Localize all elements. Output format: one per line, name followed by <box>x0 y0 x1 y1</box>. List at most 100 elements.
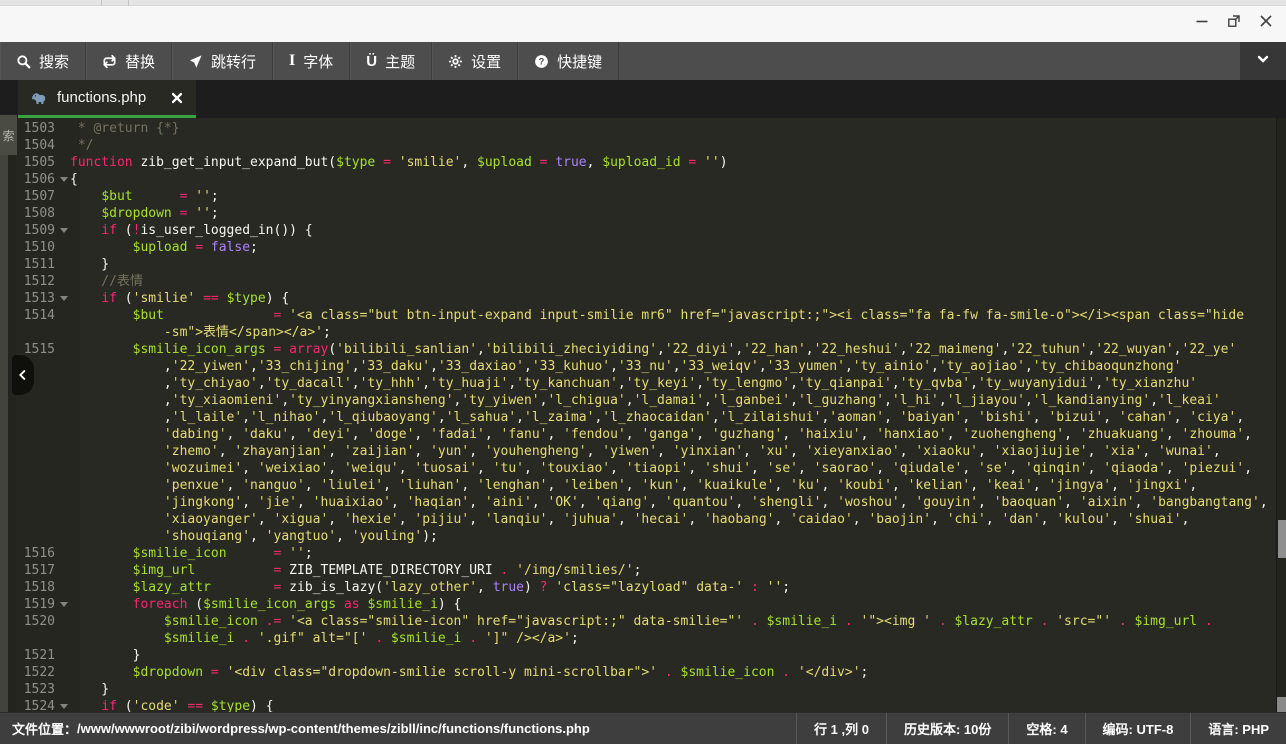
code-token <box>657 665 665 680</box>
code-token: , <box>900 495 916 510</box>
code-token: 'aixin' <box>1080 495 1135 510</box>
code-token: , <box>70 393 172 408</box>
code-line[interactable]: $img_url = ZIB_TEMPLATE_DIRECTORY_URI . … <box>70 562 1274 579</box>
code-line[interactable]: -sm">表情</span></a>'; <box>70 324 1274 341</box>
toolbar-button-replace[interactable]: 替换 <box>86 42 172 80</box>
code-line[interactable]: $but = '<a class="but btn-input-expand i… <box>70 307 1274 324</box>
code-line[interactable]: $smilie_icon .= '<a class="smilie-icon" … <box>70 613 1274 630</box>
fold-toggle[interactable] <box>58 698 70 712</box>
code-line[interactable]: 'wozuimei', 'weixiao', 'weiqu', 'tuosai'… <box>70 460 1274 477</box>
code-token: , <box>931 359 939 374</box>
code-line[interactable]: $lazy_attr = zib_is_lazy('lazy_other', t… <box>70 579 1274 596</box>
code-token: ; <box>211 189 219 204</box>
sidebar-collapsed-tab[interactable]: 索 <box>0 115 17 155</box>
code-line[interactable]: $but = ''; <box>70 188 1274 205</box>
svg-text:?: ? <box>539 56 545 66</box>
code-token: ; <box>782 580 790 595</box>
code-line[interactable]: $upload = false; <box>70 239 1274 256</box>
scrollbar-thumb[interactable] <box>1278 520 1286 558</box>
code-row: 'zhemo', 'zhayanjian', 'zaijian', 'yun',… <box>0 443 1274 460</box>
fold-gutter <box>58 409 70 426</box>
code-token: , <box>978 444 994 459</box>
fold-toggle[interactable] <box>58 171 70 188</box>
code-token: '"><img ' <box>861 614 931 629</box>
code-line[interactable]: } <box>70 256 1274 273</box>
code-token: 'l_ganbei' <box>712 393 790 408</box>
code-token: 'chi' <box>947 512 986 527</box>
toolbar-button-theme[interactable]: Ü主题 <box>350 42 432 80</box>
code-token: . <box>242 631 250 646</box>
code-row: 'wozuimei', 'weixiao', 'weiqu', 'tuosai'… <box>0 460 1274 477</box>
code-token: , <box>469 495 485 510</box>
fold-toggle[interactable] <box>58 290 70 307</box>
code-token: 'hexie' <box>344 512 399 527</box>
code-token: 'l_zilaishui' <box>720 410 822 425</box>
toolbar-button-search[interactable]: 搜索 <box>0 42 86 80</box>
code-line[interactable]: 'xiaoyanger', 'xigua', 'hexie', 'pijiu',… <box>70 511 1274 528</box>
code-line[interactable]: ,'22_yiwen','33_chijing','33_daku','33_d… <box>70 358 1274 375</box>
code-token: $but <box>133 308 164 323</box>
toolbar-button-font[interactable]: I字体 <box>273 42 350 80</box>
code-line[interactable]: ,'l_laile','l_nihao','l_qiubaoyang','l_s… <box>70 409 1274 426</box>
sidebar-expand-handle[interactable] <box>12 355 34 395</box>
code-token: 'haobang' <box>704 512 774 527</box>
toolbar-button-hotkeys[interactable]: ?快捷键 <box>518 42 619 80</box>
code-line[interactable]: function zib_get_input_expand_but($type … <box>70 154 1274 171</box>
search-icon <box>16 54 31 69</box>
toolbar-button-goto[interactable]: 跳转行 <box>172 42 273 80</box>
code-line[interactable]: 'dabing', 'daku', 'deyi', 'doge', 'fadai… <box>70 426 1274 443</box>
code-area[interactable]: 1503 * @return {*}1504 */1505function zi… <box>0 120 1274 712</box>
code-line[interactable]: */ <box>70 137 1274 154</box>
code-line[interactable]: ,'ty_xiaomieni','ty_yinyangxiansheng','t… <box>70 392 1274 409</box>
code-line[interactable]: if ('code' == $type) { <box>70 698 1274 712</box>
code-line[interactable]: ,'ty_chiyao','ty_dacall','ty_hhh','ty_hu… <box>70 375 1274 392</box>
code-line[interactable]: $smilie_icon = ''; <box>70 545 1274 562</box>
code-token <box>70 631 164 646</box>
code-editor[interactable]: 1503 * @return {*}1504 */1505function zi… <box>0 118 1286 712</box>
code-token: $lazy_attr <box>133 580 211 595</box>
code-line[interactable]: if (!is_user_logged_in()) { <box>70 222 1274 239</box>
code-token: , <box>352 376 360 391</box>
code-token: 'zhuakuang' <box>1080 427 1166 442</box>
code-line[interactable]: if ('smilie' == $type) { <box>70 290 1274 307</box>
code-token: , <box>438 410 446 425</box>
code-token: 'ciya' <box>1189 410 1236 425</box>
code-line[interactable]: { <box>70 171 1274 188</box>
code-token: , <box>947 427 963 442</box>
code-token: '33_kuhuo' <box>532 359 610 374</box>
code-line[interactable]: } <box>70 647 1274 664</box>
code-row: 1520 $smilie_icon .= '<a class="smilie-i… <box>0 613 1274 630</box>
code-line[interactable]: 'jingkong', 'jie', 'huaixiao', 'haqian',… <box>70 494 1274 511</box>
code-line[interactable]: 'shouqiang', 'yangtuo', 'youling'); <box>70 528 1274 545</box>
code-token: 'touxiao' <box>540 461 610 476</box>
tab-functions-php[interactable]: functions.php <box>18 80 196 118</box>
code-token: '' <box>767 580 783 595</box>
code-line[interactable]: * @return {*} <box>70 120 1274 137</box>
code-row: 'xiaoyanger', 'xigua', 'hexie', 'pijiu',… <box>0 511 1274 528</box>
code-line[interactable]: 'penxue', 'nanguo', 'liulei', 'liuhan', … <box>70 477 1274 494</box>
code-line[interactable]: foreach ($smilie_icon_args as $smilie_i)… <box>70 596 1274 613</box>
code-line[interactable]: $smilie_i . '.gif" alt="[' . $smilie_i .… <box>70 630 1274 647</box>
minimize-icon[interactable] <box>1194 13 1210 29</box>
code-line[interactable]: $dropdown = '<div class="dropdown-smilie… <box>70 664 1274 681</box>
code-token <box>70 580 133 595</box>
vertical-scrollbar[interactable] <box>1276 118 1286 712</box>
tab-close-icon[interactable] <box>170 91 184 105</box>
code-token: 'ty_qianpai' <box>798 376 892 391</box>
code-line[interactable]: //表情 <box>70 273 1274 290</box>
fold-toggle[interactable] <box>58 222 70 239</box>
code-token <box>383 631 391 646</box>
toolbar-overflow-button[interactable] <box>1240 42 1286 80</box>
code-line[interactable]: 'zhemo', 'zhayanjian', 'zaijian', 'yun',… <box>70 443 1274 460</box>
code-token: 'kun' <box>641 478 680 493</box>
code-line[interactable]: $smilie_icon_args = array('bilibili_sanl… <box>70 341 1274 358</box>
close-icon[interactable] <box>1258 13 1274 29</box>
fold-toggle[interactable] <box>58 596 70 613</box>
code-token: 'src="' <box>1056 614 1111 629</box>
code-line[interactable]: $dropdown = ''; <box>70 205 1274 222</box>
toolbar-button-label: 字体 <box>303 51 333 72</box>
restore-icon[interactable] <box>1226 13 1242 29</box>
toolbar-button-settings[interactable]: 设置 <box>432 42 518 80</box>
fold-arrow-icon <box>60 177 68 182</box>
code-line[interactable]: } <box>70 681 1274 698</box>
